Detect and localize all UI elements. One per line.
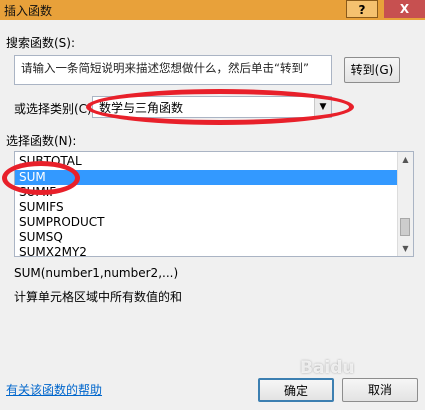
list-item-selected[interactable]: SUM [15,170,399,185]
chevron-down-icon[interactable]: ▼ [314,97,331,117]
category-select[interactable]: 数学与三角函数 ▼ [92,96,332,118]
function-syntax: SUM(number1,number2,...) [14,266,179,280]
function-list[interactable]: SUBTOTAL SUM SUMIF SUMIFS SUMPRODUCT SUM… [14,151,414,257]
list-item[interactable]: SUMX2MY2 [15,245,399,256]
scroll-up-icon[interactable]: ▲ [398,152,413,167]
title-bar: 插入函数 ? X [0,0,425,20]
list-item[interactable]: SUMPRODUCT [15,215,399,230]
list-item[interactable]: SUMSQ [15,230,399,245]
scroll-down-icon[interactable]: ▼ [398,241,413,256]
dialog-title: 插入函数 [4,4,53,18]
list-item[interactable]: SUMIFS [15,200,399,215]
goto-button[interactable]: 转到(G) [344,57,400,83]
category-value: 数学与三角函数 [99,101,184,115]
search-input[interactable]: 请输入一条简短说明来描述您想做什么，然后单击“转到” [14,55,332,85]
list-item[interactable]: SUBTOTAL [15,154,399,169]
function-list-label: 选择函数(N): [6,134,77,148]
help-button[interactable]: ? [346,0,378,18]
scrollbar[interactable]: ▲ ▼ [397,152,413,256]
category-label: 或选择类别(C): [14,102,96,116]
ok-button[interactable]: 确定 [258,378,334,402]
scroll-thumb[interactable] [400,218,410,236]
cancel-button[interactable]: 取消 [342,378,418,402]
watermark: Baidu [300,358,355,378]
close-button[interactable]: X [384,0,425,18]
function-description: 计算单元格区域中所有数值的和 [14,290,183,304]
list-item[interactable]: SUMIF [15,185,399,200]
search-label: 搜索函数(S): [6,36,76,50]
help-link[interactable]: 有关该函数的帮助 [6,381,102,398]
